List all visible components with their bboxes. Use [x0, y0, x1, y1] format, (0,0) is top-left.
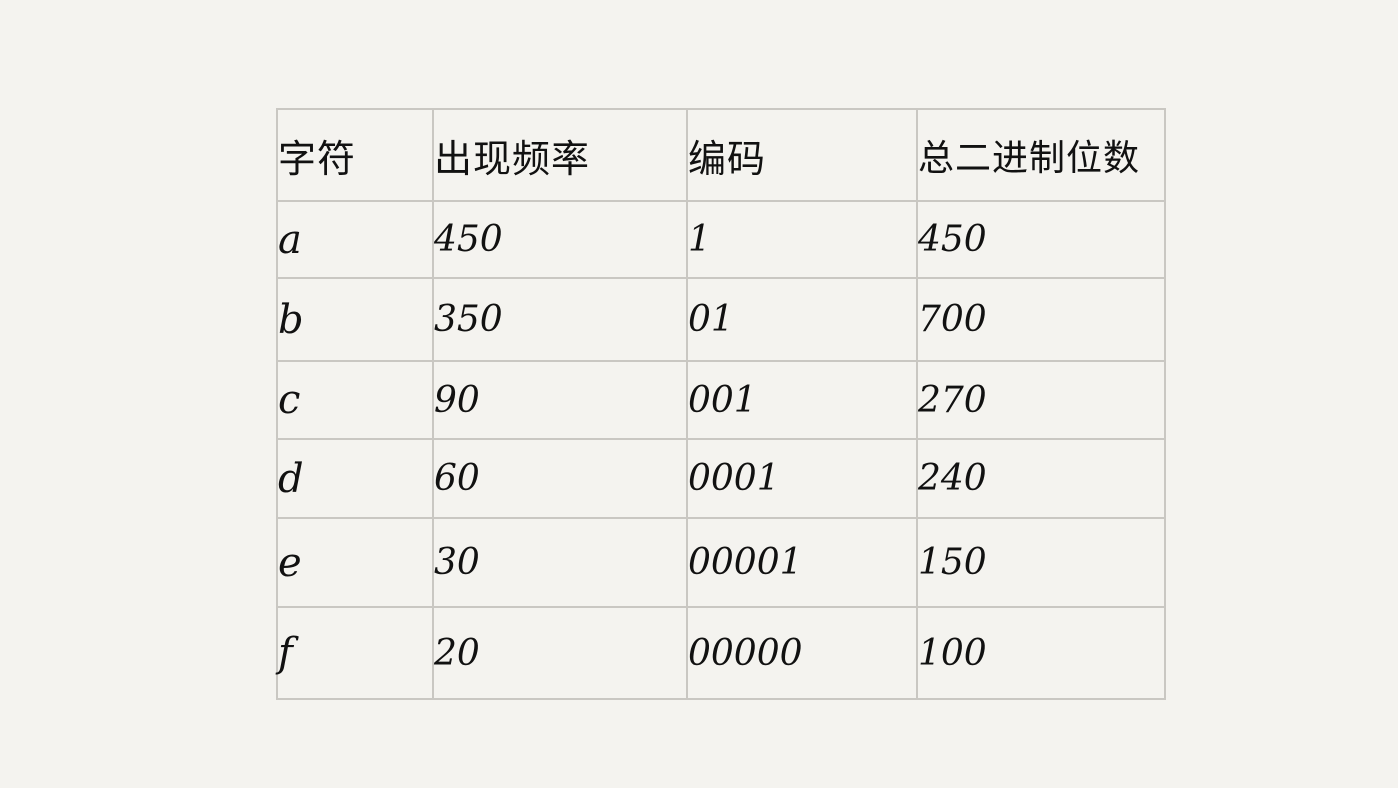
- table-row: b 350 01 700: [276, 277, 1166, 362]
- char-cell: e: [276, 517, 434, 608]
- code-cell: 0001: [686, 438, 918, 519]
- bits-cell: 100: [916, 606, 1166, 700]
- char-cell: c: [276, 360, 434, 440]
- frequency-cell: 20: [432, 606, 688, 700]
- huffman-code-table: 字符 出现频率 编码 总二进制位数 a 450 1 450 b 350 01 7…: [276, 108, 1166, 700]
- frequency-cell: 60: [432, 438, 688, 519]
- char-cell: d: [276, 438, 434, 519]
- frequency-cell: 350: [432, 277, 688, 362]
- bits-cell: 700: [916, 277, 1166, 362]
- bits-cell: 270: [916, 360, 1166, 440]
- bits-cell: 150: [916, 517, 1166, 608]
- header-row: 字符 出现频率 编码 总二进制位数: [276, 108, 1166, 202]
- table-row: d 60 0001 240: [276, 438, 1166, 519]
- frequency-cell: 90: [432, 360, 688, 440]
- code-cell: 001: [686, 360, 918, 440]
- page-canvas: 字符 出现频率 编码 总二进制位数 a 450 1 450 b 350 01 7…: [0, 0, 1398, 788]
- bits-cell: 450: [916, 200, 1166, 279]
- table-row: c 90 001 270: [276, 360, 1166, 440]
- bits-cell: 240: [916, 438, 1166, 519]
- char-cell: f: [276, 606, 434, 700]
- header-code: 编码: [686, 108, 918, 202]
- header-total-bits: 总二进制位数: [916, 108, 1166, 202]
- table-row: e 30 00001 150: [276, 517, 1166, 608]
- char-cell: a: [276, 200, 434, 279]
- code-cell: 1: [686, 200, 918, 279]
- char-cell: b: [276, 277, 434, 362]
- frequency-cell: 450: [432, 200, 688, 279]
- table-row: f 20 00000 100: [276, 606, 1166, 700]
- frequency-cell: 30: [432, 517, 688, 608]
- code-cell: 00000: [686, 606, 918, 700]
- header-char: 字符: [276, 108, 434, 202]
- header-frequency: 出现频率: [432, 108, 688, 202]
- code-cell: 00001: [686, 517, 918, 608]
- table-row: a 450 1 450: [276, 200, 1166, 279]
- code-cell: 01: [686, 277, 918, 362]
